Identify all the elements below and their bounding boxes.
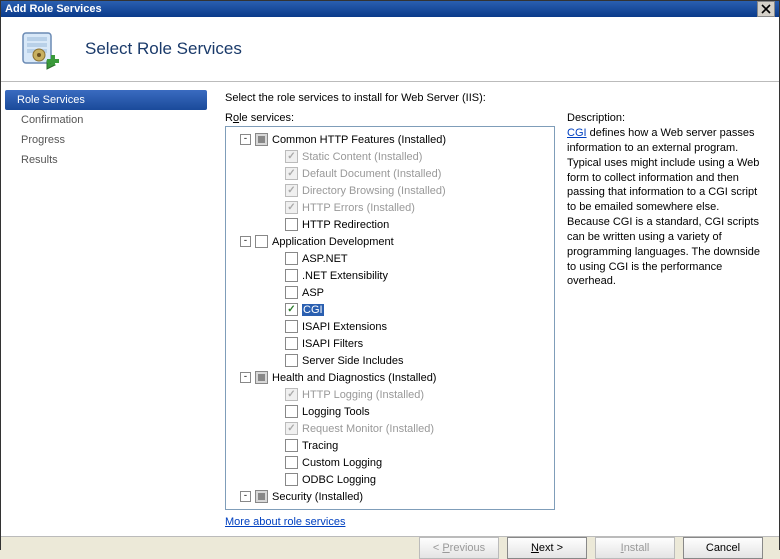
tree-node[interactable]: Tracing: [228, 437, 552, 454]
tree-node[interactable]: Static Content (Installed): [228, 148, 552, 165]
sidebar-item-results[interactable]: Results: [1, 150, 211, 170]
description-text: CGI defines how a Web server passes info…: [567, 126, 765, 289]
tree-node[interactable]: Request Monitor (Installed): [228, 420, 552, 437]
wizard-server-icon: [17, 25, 65, 73]
description-term-link[interactable]: CGI: [567, 127, 587, 139]
tree-checkbox[interactable]: [285, 269, 298, 282]
tree-node[interactable]: .NET Extensibility: [228, 267, 552, 284]
tree-node-label[interactable]: Static Content (Installed): [302, 151, 422, 163]
tree-node-label[interactable]: HTTP Logging (Installed): [302, 389, 424, 401]
tree-node-label[interactable]: .NET Extensibility: [302, 270, 388, 282]
titlebar: Add Role Services: [1, 1, 779, 17]
page-title: Select Role Services: [85, 39, 242, 59]
tree-node-label[interactable]: ASP: [302, 287, 324, 299]
tree-checkbox: [285, 184, 298, 197]
tree-checkbox[interactable]: [255, 490, 268, 503]
tree-checkbox: [285, 388, 298, 401]
tree-node-label[interactable]: Tracing: [302, 440, 338, 452]
tree-node-label[interactable]: ODBC Logging: [302, 474, 376, 486]
tree-node-label[interactable]: ISAPI Filters: [302, 338, 363, 350]
tree-checkbox[interactable]: [285, 354, 298, 367]
tree-node-label[interactable]: Directory Browsing (Installed): [302, 185, 446, 197]
tree-checkbox[interactable]: [255, 371, 268, 384]
tree-node-label[interactable]: Security (Installed): [272, 491, 363, 503]
tree-node[interactable]: ASP: [228, 284, 552, 301]
tree-node[interactable]: HTTP Errors (Installed): [228, 199, 552, 216]
more-about-link[interactable]: More about role services: [225, 516, 555, 528]
install-button: Install: [595, 537, 675, 559]
tree-node[interactable]: - Health and Diagnostics (Installed): [228, 369, 552, 386]
tree-checkbox: [285, 422, 298, 435]
next-button[interactable]: Next >: [507, 537, 587, 559]
tree-node-label[interactable]: HTTP Errors (Installed): [302, 202, 415, 214]
instruction-text: Select the role services to install for …: [225, 92, 765, 104]
description-label: Description:: [567, 112, 765, 124]
tree-node[interactable]: Custom Logging: [228, 454, 552, 471]
footer: < Previous Next > Install Cancel: [1, 536, 779, 559]
tree-node[interactable]: - Application Development: [228, 233, 552, 250]
tree-checkbox[interactable]: [255, 235, 268, 248]
tree-node[interactable]: ISAPI Filters: [228, 335, 552, 352]
tree-checkbox: [285, 201, 298, 214]
sidebar-item-role-services[interactable]: Role Services: [5, 90, 207, 110]
tree-checkbox[interactable]: [285, 218, 298, 231]
tree-checkbox: [285, 150, 298, 163]
tree-checkbox[interactable]: [285, 439, 298, 452]
sidebar: Role Services Confirmation Progress Resu…: [1, 82, 211, 536]
tree-node[interactable]: ISAPI Extensions: [228, 318, 552, 335]
tree-checkbox[interactable]: [285, 303, 298, 316]
tree-node-label[interactable]: ASP.NET: [302, 253, 348, 265]
previous-button: < Previous: [419, 537, 499, 559]
tree-checkbox[interactable]: [285, 337, 298, 350]
tree-checkbox[interactable]: [285, 456, 298, 469]
main-panel: Select the role services to install for …: [211, 82, 779, 536]
tree-node[interactable]: ASP.NET: [228, 250, 552, 267]
header: Select Role Services: [1, 17, 779, 82]
tree-toggle-icon[interactable]: -: [240, 491, 251, 502]
tree-checkbox[interactable]: [285, 473, 298, 486]
tree-checkbox[interactable]: [285, 252, 298, 265]
tree-node-label[interactable]: Logging Tools: [302, 406, 370, 418]
tree-node[interactable]: Directory Browsing (Installed): [228, 182, 552, 199]
tree-node[interactable]: - Common HTTP Features (Installed): [228, 131, 552, 148]
tree-label: Role services:: [225, 112, 555, 124]
wizard-window: Add Role Services Select Role Services R: [0, 0, 780, 550]
tree-toggle-icon[interactable]: -: [240, 134, 251, 145]
tree-node[interactable]: CGI: [228, 301, 552, 318]
tree-toggle-icon[interactable]: -: [240, 372, 251, 383]
tree-node-label[interactable]: Server Side Includes: [302, 355, 404, 367]
tree-checkbox: [285, 167, 298, 180]
tree-node-label[interactable]: Common HTTP Features (Installed): [272, 134, 446, 146]
tree-node-label[interactable]: Health and Diagnostics (Installed): [272, 372, 436, 384]
sidebar-item-progress[interactable]: Progress: [1, 130, 211, 150]
tree-node[interactable]: Server Side Includes: [228, 352, 552, 369]
cancel-button[interactable]: Cancel: [683, 537, 763, 559]
role-services-tree[interactable]: - Common HTTP Features (Installed) Static …: [225, 126, 555, 510]
tree-toggle-icon[interactable]: -: [240, 236, 251, 247]
tree-node-label[interactable]: Request Monitor (Installed): [302, 423, 434, 435]
tree-node-label[interactable]: Application Development: [272, 236, 394, 248]
close-icon: [761, 4, 771, 14]
tree-node[interactable]: - Security (Installed): [228, 488, 552, 505]
tree-node[interactable]: ODBC Logging: [228, 471, 552, 488]
tree-node[interactable]: HTTP Logging (Installed): [228, 386, 552, 403]
tree-checkbox[interactable]: [285, 320, 298, 333]
body: Role Services Confirmation Progress Resu…: [1, 82, 779, 536]
sidebar-item-confirmation[interactable]: Confirmation: [1, 110, 211, 130]
close-button[interactable]: [757, 1, 775, 17]
tree-node[interactable]: Logging Tools: [228, 403, 552, 420]
tree-node-label[interactable]: ISAPI Extensions: [302, 321, 387, 333]
tree-checkbox[interactable]: [255, 133, 268, 146]
tree-node[interactable]: HTTP Redirection: [228, 216, 552, 233]
tree-node[interactable]: Default Document (Installed): [228, 165, 552, 182]
tree-node-label[interactable]: Default Document (Installed): [302, 168, 441, 180]
window-title: Add Role Services: [5, 3, 757, 15]
tree-node-label[interactable]: CGI: [302, 304, 324, 316]
tree-node-label[interactable]: Custom Logging: [302, 457, 382, 469]
tree-checkbox[interactable]: [285, 405, 298, 418]
tree-node-label[interactable]: HTTP Redirection: [302, 219, 389, 231]
tree-checkbox[interactable]: [285, 286, 298, 299]
